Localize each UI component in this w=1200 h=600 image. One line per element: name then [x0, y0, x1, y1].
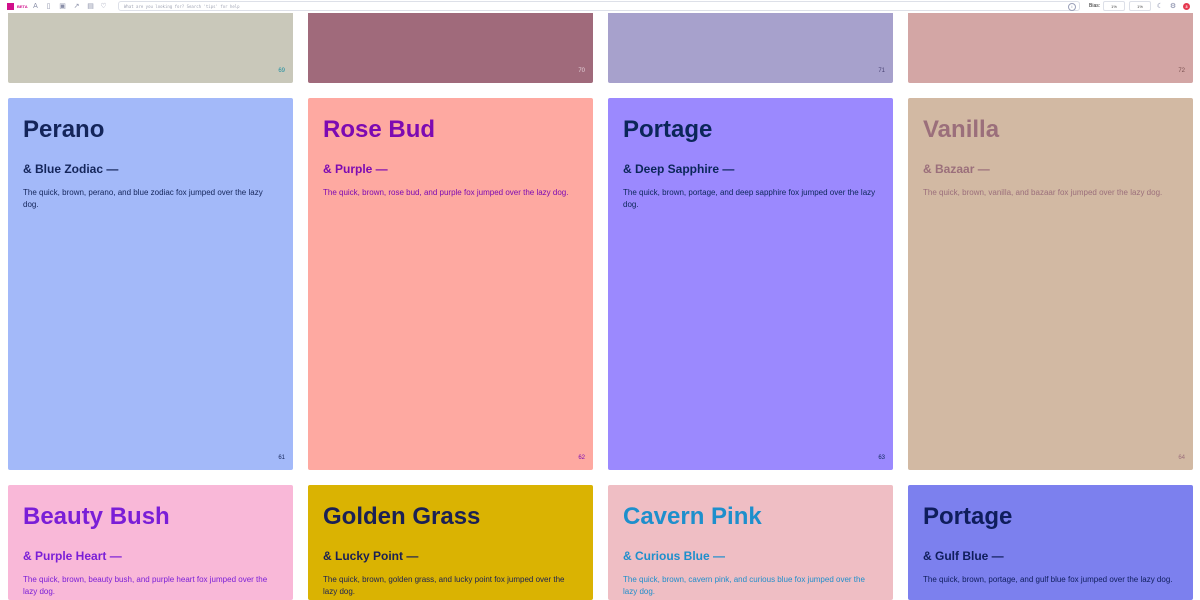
card-number: 61 [278, 455, 285, 461]
card-number: 63 [878, 455, 885, 461]
color-card[interactable]: 72 [908, 10, 1193, 83]
color-name: Vanilla [923, 116, 1000, 143]
color-card[interactable]: Portage & Deep Sapphire — The quick, bro… [608, 98, 893, 470]
color-name: Rose Bud [323, 116, 436, 143]
card-number: 64 [1178, 455, 1185, 461]
bias-input-2[interactable]: 1% [1129, 1, 1151, 11]
gallery-icon[interactable]: ▤ [86, 2, 95, 11]
card-number: 62 [578, 455, 585, 461]
info-icon[interactable]: i [1068, 3, 1076, 11]
font-icon[interactable]: A [31, 2, 40, 11]
color-card[interactable]: 71 [608, 10, 893, 83]
settings-icon[interactable]: ⚙ [1169, 2, 1177, 11]
card-number: 70 [578, 68, 585, 74]
top-toolbar: BETA A ▯ ▣ ↗ ▤ ♡ What are you looking fo… [0, 0, 1200, 13]
sample-sentence: The quick, brown, beauty bush, and purpl… [23, 575, 268, 596]
color-name: Cavern Pink [623, 503, 762, 530]
color-name: Portage [623, 116, 713, 143]
color-card[interactable]: Portage & Gulf Blue — The quick, brown, … [908, 485, 1193, 600]
color-card[interactable]: Vanilla & Bazaar — The quick, brown, van… [908, 98, 1193, 470]
pair-color-name: & Gulf Blue — [923, 549, 1004, 563]
color-card[interactable]: Rose Bud & Purple — The quick, brown, ro… [308, 98, 593, 470]
pair-color-name: & Purple Heart — [23, 549, 122, 563]
sample-sentence: The quick, brown, golden grass, and luck… [323, 575, 565, 596]
sample-sentence: The quick, brown, vanilla, and bazaar fo… [923, 188, 1163, 197]
bias-input-1[interactable]: 1% [1103, 1, 1125, 11]
color-card[interactable]: Golden Grass & Lucky Point — The quick, … [308, 485, 593, 600]
chart-icon[interactable]: ↗ [72, 2, 81, 11]
heart-icon[interactable]: ♡ [99, 2, 108, 11]
beta-badge: BETA [17, 4, 28, 9]
pair-color-name: & Curious Blue — [623, 549, 726, 563]
pair-color-name: & Bazaar — [923, 162, 990, 176]
color-card[interactable]: Perano & Blue Zodiac — The quick, brown,… [8, 98, 293, 470]
card-number: 71 [878, 68, 885, 74]
logo[interactable] [7, 3, 14, 10]
card-number: 69 [278, 68, 285, 74]
sample-sentence: The quick, brown, portage, and gulf blue… [923, 575, 1173, 584]
search-input[interactable]: What are you looking for? Search 'tips' … [118, 1, 1080, 11]
notification-badge[interactable]: 3 [1183, 3, 1190, 10]
pair-color-name: & Lucky Point — [323, 549, 419, 563]
pair-color-name: & Blue Zodiac — [23, 162, 119, 176]
sample-sentence: The quick, brown, perano, and blue zodia… [23, 188, 263, 209]
pair-color-name: & Deep Sapphire — [623, 162, 735, 176]
sample-sentence: The quick, brown, portage, and deep sapp… [623, 188, 876, 209]
card-number: 72 [1178, 68, 1185, 74]
color-name: Portage [923, 503, 1013, 530]
bias-label: Bias: [1089, 3, 1101, 9]
pair-color-name: & Purple — [323, 162, 388, 176]
sample-sentence: The quick, brown, rose bud, and purple f… [323, 188, 569, 197]
color-name: Beauty Bush [23, 503, 170, 530]
image-icon[interactable]: ▣ [58, 2, 67, 11]
sample-sentence: The quick, brown, cavern pink, and curio… [623, 575, 865, 596]
color-name: Golden Grass [323, 503, 481, 530]
book-icon[interactable]: ▯ [44, 2, 53, 11]
color-card[interactable]: 70 [308, 10, 593, 83]
color-name: Perano [23, 116, 105, 143]
color-card[interactable]: 69 [8, 10, 293, 83]
moon-icon[interactable]: ☾ [1156, 2, 1164, 11]
color-card[interactable]: Beauty Bush & Purple Heart — The quick, … [8, 485, 293, 600]
color-card[interactable]: Cavern Pink & Curious Blue — The quick, … [608, 485, 893, 600]
